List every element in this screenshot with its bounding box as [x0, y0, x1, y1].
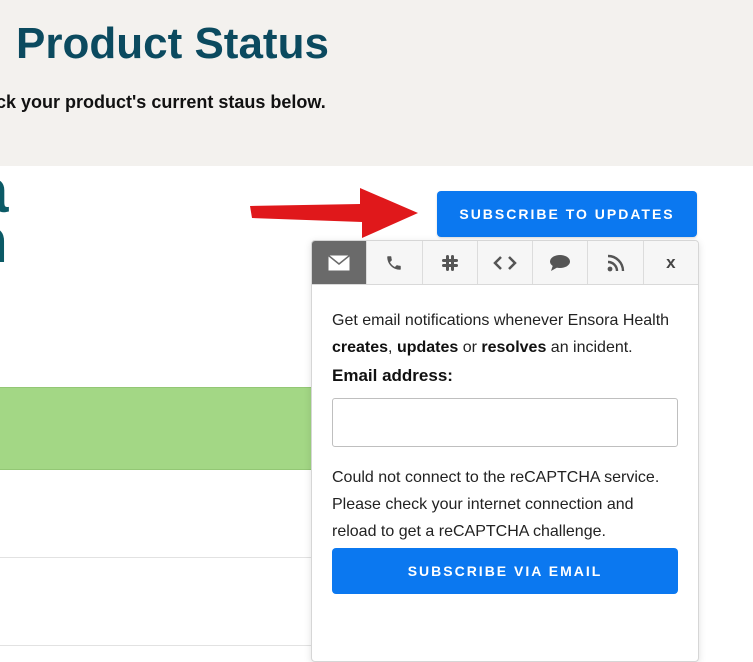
- description-separator: or: [458, 339, 482, 356]
- system-status-bar: [0, 387, 320, 470]
- subscribe-popup: x Get email notifications whenever Ensor…: [311, 240, 699, 662]
- component-row-divider: [0, 557, 320, 558]
- page-title: Product Status: [16, 19, 329, 68]
- subscribe-to-updates-button[interactable]: SUBSCRIBE TO UPDATES: [437, 191, 697, 237]
- rss-icon: [607, 254, 624, 271]
- email-address-input[interactable]: [332, 398, 678, 447]
- tab-teams[interactable]: [533, 241, 589, 284]
- tab-email[interactable]: [312, 241, 368, 284]
- recaptcha-error-message: Could not connect to the reCAPTCHA servi…: [332, 469, 660, 540]
- phone-icon: [387, 255, 402, 270]
- tab-webhook[interactable]: [477, 241, 534, 284]
- description-resolves: resolves: [481, 339, 547, 356]
- email-notification-description: Get email notifications whenever Ensora …: [332, 307, 678, 361]
- description-separator: ,: [388, 339, 397, 356]
- tab-sms[interactable]: [367, 241, 423, 284]
- chat-bubble-icon: [550, 254, 571, 271]
- description-updates: updates: [396, 339, 459, 356]
- slack-icon: [441, 254, 458, 271]
- page-subtitle: eck your product's current staus below.: [0, 92, 326, 112]
- description-text: Get email notifications whenever Ensora …: [332, 312, 670, 329]
- component-row-divider: [0, 645, 320, 646]
- description-suffix: an incident.: [546, 339, 633, 356]
- envelope-icon: [328, 254, 351, 270]
- close-popup-button[interactable]: x: [643, 241, 698, 284]
- tab-rss[interactable]: [588, 241, 644, 284]
- company-logo: a n: [0, 160, 40, 275]
- logo-text-n: n: [0, 211, 8, 273]
- description-creates: creates: [332, 339, 389, 356]
- red-arrow-annotation: [250, 188, 418, 238]
- code-icon: [493, 255, 517, 270]
- email-address-label: Email address:: [332, 366, 453, 385]
- tab-slack[interactable]: [422, 241, 478, 284]
- subscribe-method-tabs: x: [312, 241, 698, 285]
- subscribe-via-email-button[interactable]: SUBSCRIBE VIA EMAIL: [332, 548, 678, 594]
- popup-body: Get email notifications whenever Ensora …: [312, 307, 698, 594]
